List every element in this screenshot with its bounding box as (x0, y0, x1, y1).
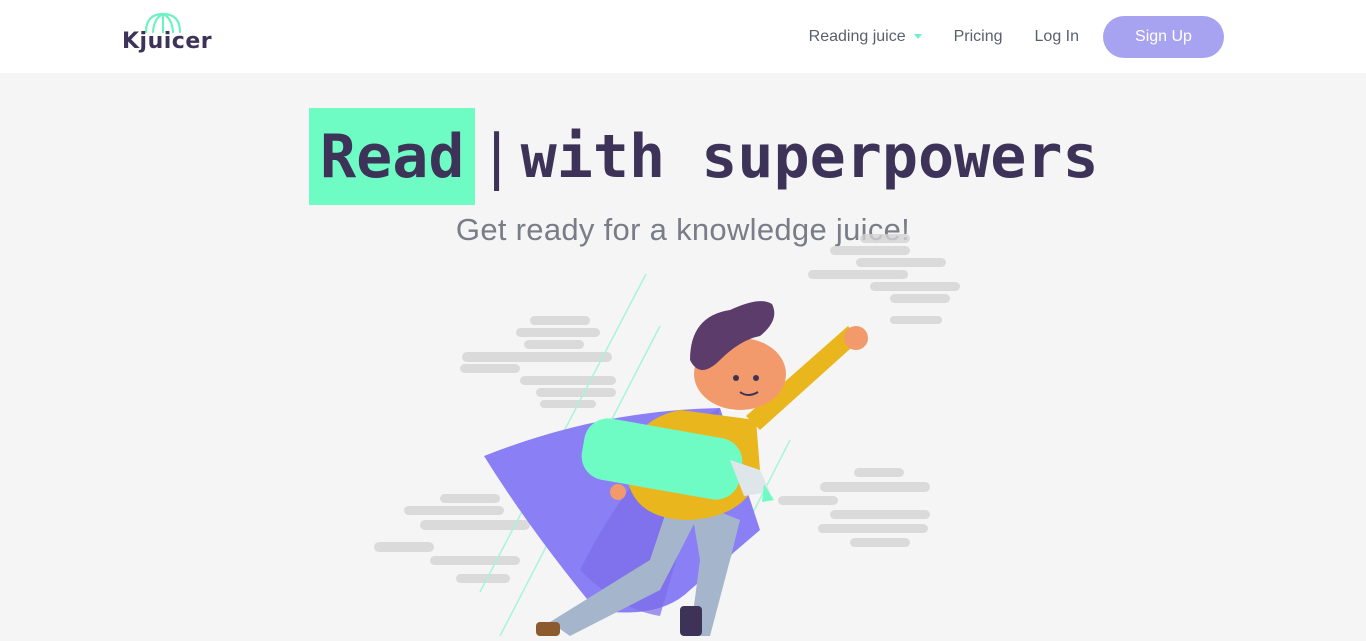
brand-name: Kjuicer (122, 29, 213, 54)
nav-log-in[interactable]: Log In (1035, 28, 1079, 46)
nav-reading-juice[interactable]: Reading juice (809, 28, 922, 46)
speed-clouds-bottom-right (778, 468, 930, 547)
sign-up-button[interactable]: Sign Up (1103, 16, 1224, 58)
hero-title: Read | with superpowers (0, 108, 1366, 205)
speed-clouds-bottom-left (374, 494, 530, 583)
main-nav: Reading juice Pricing Log In Sign Up (809, 16, 1224, 58)
superhero-reader-illustration (360, 230, 980, 637)
nav-pricing[interactable]: Pricing (954, 28, 1003, 46)
top-navbar: Kjuicer Reading juice Pricing Log In Sig… (0, 0, 1366, 73)
flying-reader-illustration (374, 234, 960, 637)
speed-clouds-left (460, 316, 616, 408)
title-rest: with superpowers (520, 121, 1099, 192)
title-highlight: Read (309, 108, 475, 205)
typing-cursor: | (478, 121, 515, 192)
speed-clouds-right (808, 234, 960, 324)
kjuicer-logo[interactable]: Kjuicer (120, 12, 212, 62)
fist (844, 326, 868, 350)
caret-down-icon (913, 33, 922, 39)
nav-log-in-label: Log In (1034, 28, 1079, 45)
nav-reading-juice-label: Reading juice (808, 28, 906, 45)
nav-pricing-label: Pricing (953, 28, 1003, 45)
sign-up-label: Sign Up (1135, 28, 1192, 45)
